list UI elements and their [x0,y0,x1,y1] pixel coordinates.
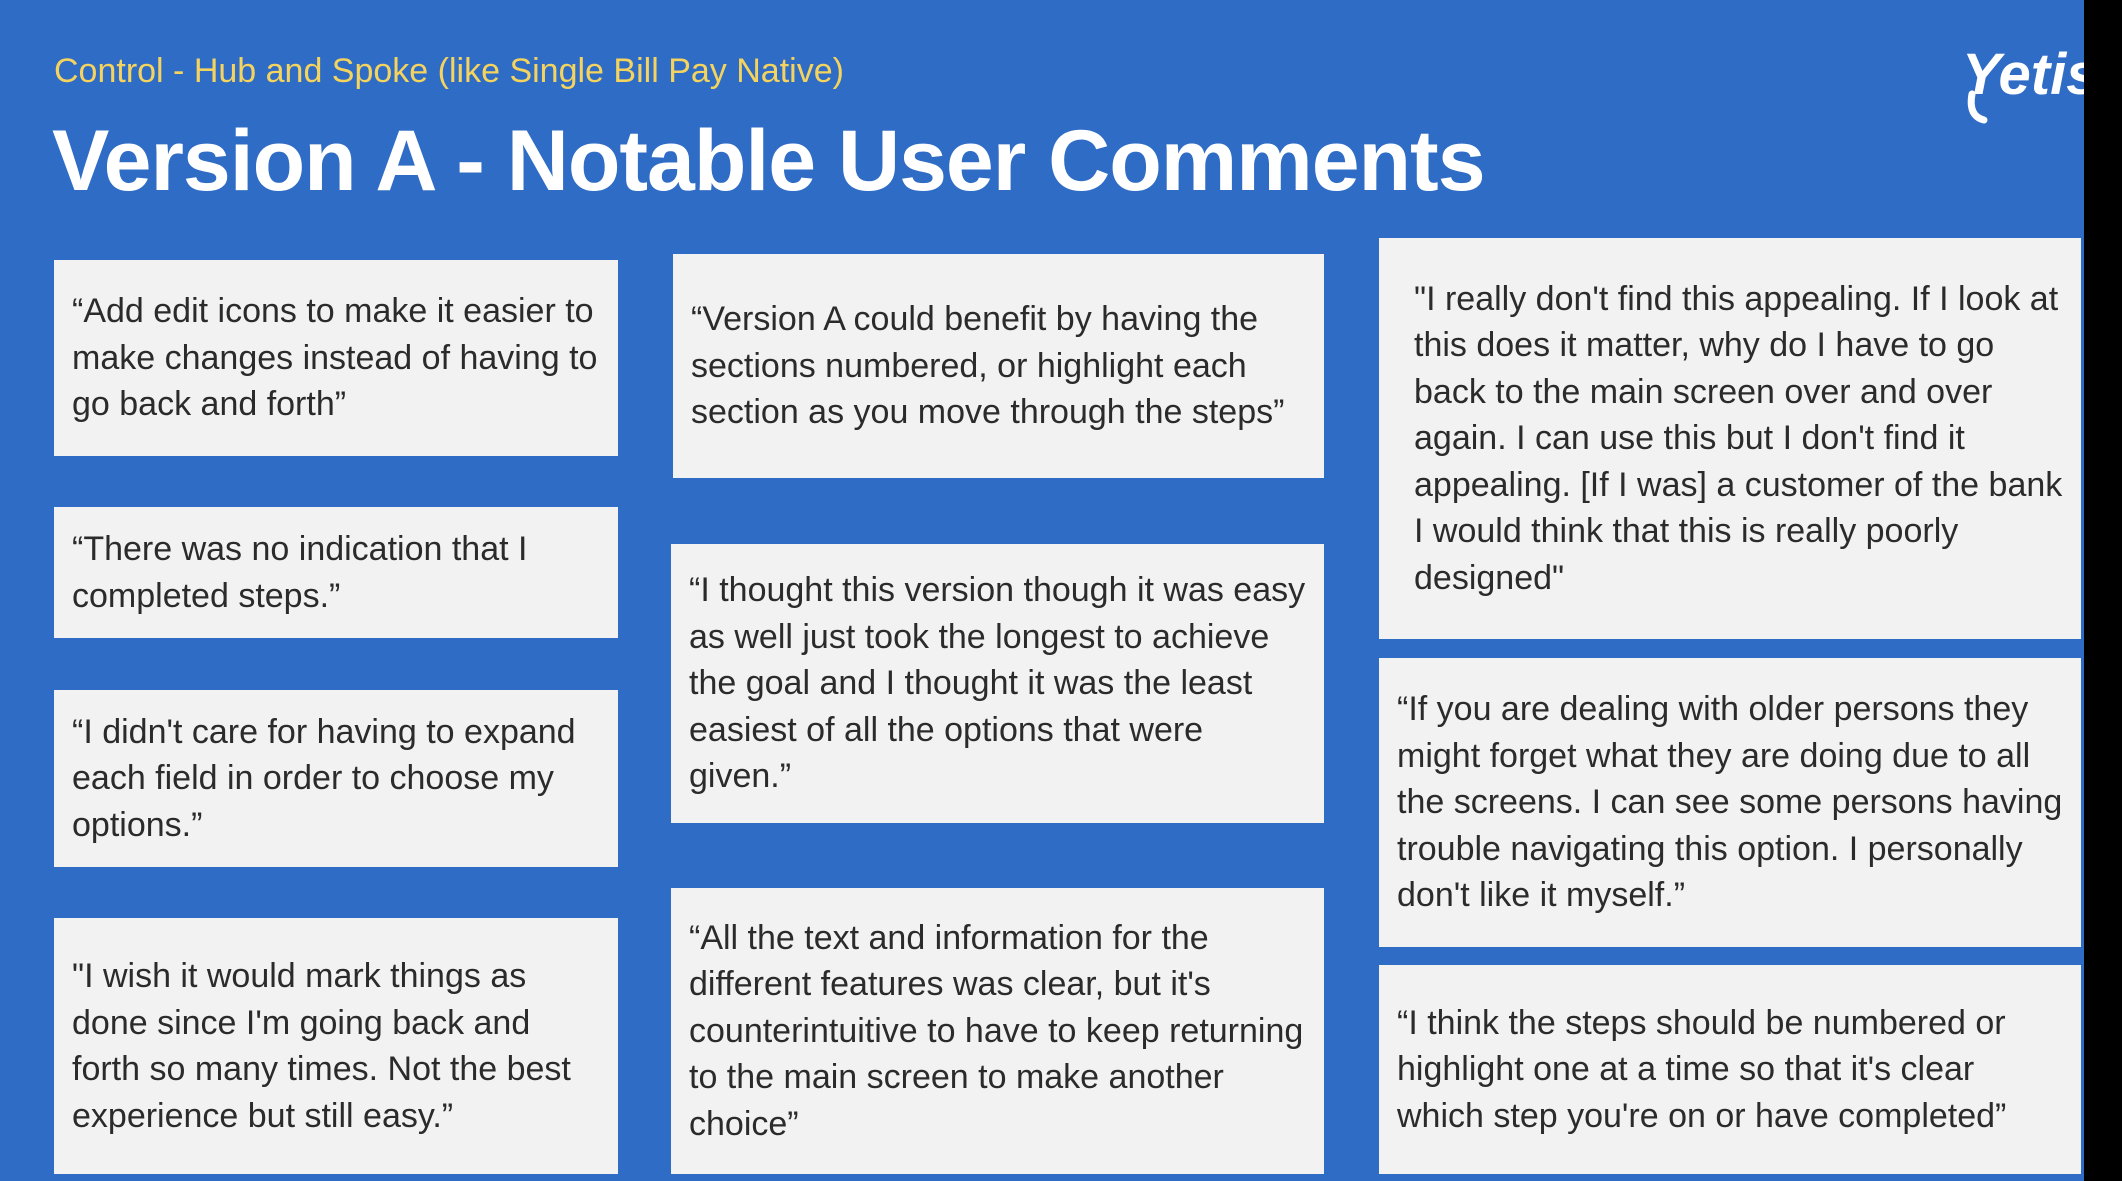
comment-card: "I wish it would mark things as done sin… [54,918,618,1174]
comment-text: “I thought this version though it was ea… [689,571,1306,796]
comment-card: “All the text and information for the di… [671,888,1324,1174]
comment-card: “Version A could benefit by having the s… [673,254,1324,478]
comment-text: “I think the steps should be numbered or… [1397,1003,2007,1135]
comment-card: "I really don't find this appealing. If … [1379,238,2081,639]
comment-card: “Add edit icons to make it easier to mak… [54,260,618,456]
slide-subtitle: Control - Hub and Spoke (like Single Bil… [54,52,844,90]
comment-card: “I thought this version though it was ea… [671,544,1324,823]
comment-text: “I didn't care for having to expand each… [72,712,576,844]
comment-card: “I think the steps should be numbered or… [1379,965,2081,1174]
slide-title: Version A - Notable User Comments [52,113,1486,209]
comment-text: “Add edit icons to make it easier to mak… [72,292,598,424]
svg-text:Yetis: Yetis [1962,42,2084,107]
comment-card: “If you are dealing with older persons t… [1379,658,2081,947]
slide: Control - Hub and Spoke (like Single Bil… [0,0,2084,1181]
comment-text: “Version A could benefit by having the s… [691,300,1285,432]
yetis-logo: Yetis [1962,42,2084,124]
comment-text: "I wish it would mark things as done sin… [72,957,571,1135]
comment-text: “There was no indication that I complete… [72,530,528,615]
comment-card: “There was no indication that I complete… [54,507,618,638]
comment-text: “If you are dealing with older persons t… [1397,690,2063,915]
comment-text: "I really don't find this appealing. If … [1414,279,2063,597]
comment-card: “I didn't care for having to expand each… [54,690,618,867]
comment-text: “All the text and information for the di… [689,918,1304,1143]
